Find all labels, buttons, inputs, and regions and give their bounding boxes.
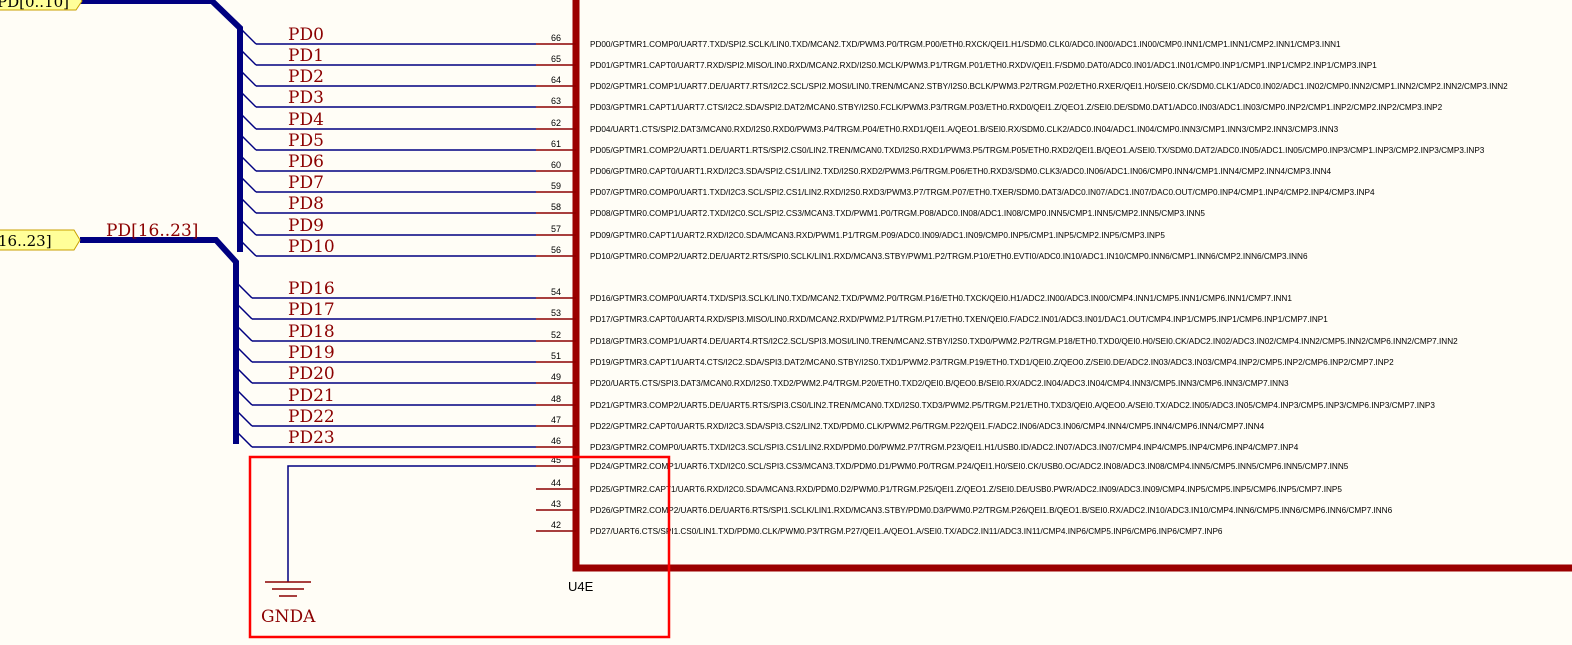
net-label: PD18 [288,322,335,342]
pin-function: PD01/GPTMR1.CAPT0/UART7.RXD/SPI2.MISO/LI… [590,61,1377,70]
pin-function: PD05/GPTMR1.COMP2/UART1.DE/UART1.RTS/SPI… [590,146,1485,155]
pin-function: PD04/UART1.CTS/SPI2.DAT3/MCAN0.RXD/I2S0.… [590,125,1339,134]
pin-function: PD08/GPTMR0.COMP1/UART2.TXD/I2C0.SCL/SPI… [590,209,1205,218]
pin-number: 65 [551,54,561,64]
pin-number: 42 [551,520,561,530]
port-label: 16..23] [0,232,52,250]
net-label: PD3 [288,88,324,108]
pin-number: 58 [551,202,561,212]
pin-function: PD26/GPTMR2.COMP2/UART6.DE/UART6.RTS/SPI… [590,506,1393,515]
net-label: PD21 [288,386,335,406]
pin-number: 57 [551,224,561,234]
pin-function: PD09/GPTMR0.CAPT1/UART2.RXD/I2C0.SDA/MCA… [590,231,1165,240]
pin-number: 59 [551,181,561,191]
pin-number: 46 [551,436,561,446]
pin-number: 60 [551,160,561,170]
pin-function: PD00/GPTMR1.COMP0/UART7.TXD/SPI2.SCLK/LI… [590,40,1341,49]
pin-function: PD23/GPTMR2.COMP0/UART5.TXD/I2C3.SCL/SPI… [590,443,1299,452]
pin-number: 49 [551,372,561,382]
port-pd16-23[interactable]: 16..23] [0,229,81,251]
net-label: PD22 [288,407,335,427]
pin-number: 52 [551,330,561,340]
pin-function: PD19/GPTMR3.CAPT1/UART4.CTS/I2C2.SDA/SPI… [590,358,1394,367]
net-label: PD9 [288,216,324,236]
pin-function: PD16/GPTMR3.COMP0/UART4.TXD/SPI3.SCLK/LI… [590,294,1292,303]
component-ref: U4E [568,579,594,594]
net-label: PD10 [288,237,335,257]
pin-number: 64 [551,75,561,85]
pin-number: 54 [551,287,561,297]
net-label: PD2 [288,67,324,87]
pin-function: PD17/GPTMR3.CAPT0/UART4.RXD/SPI3.MISO/LI… [590,315,1328,324]
pin-number: 66 [551,33,561,43]
ground-label: GNDA [261,607,316,627]
net-label: PD23 [288,428,335,448]
net-label: PD16 [288,279,335,299]
pin-number: 51 [551,351,561,361]
pin-function: PD20/UART5.CTS/SPI3.DAT3/MCAN0.RXD/I2S0.… [590,379,1289,388]
net-label: PD8 [288,194,324,214]
pin-function: PD22/GPTMR2.CAPT0/UART5.RXD/I2C3.SDA/SPI… [590,422,1265,431]
pin-function: PD02/GPTMR1.COMP1/UART7.DE/UART7.RTS/I2C… [590,82,1508,91]
net-label: PD20 [288,364,335,384]
pin-function: PD06/GPTMR0.CAPT0/UART1.RXD/I2C3.SDA/SPI… [590,167,1331,176]
net-label: PD1 [288,46,324,66]
net-label: PD4 [288,110,324,130]
port-pd0-10[interactable]: PD[0..10] [0,0,83,11]
pin-number: 61 [551,139,561,149]
net-label: PD19 [288,343,335,363]
schematic-canvas: PD[0..10] 16..23] PD[16..23] 66 PD00/GPTM… [0,0,1572,645]
pin-function: PD27/UART6.CTS/SPI1.CS0/LIN1.TXD/PDM0.CL… [590,527,1223,536]
net-label: PD7 [288,173,324,193]
pin-number: 48 [551,394,561,404]
net-label: PD5 [288,131,324,151]
pin-number: 44 [551,478,561,488]
net-label: PD0 [288,25,324,45]
pin-number: 56 [551,245,561,255]
pin-number: 53 [551,308,561,318]
pin-number: 47 [551,415,561,425]
pin-function: PD21/GPTMR3.COMP2/UART5.DE/UART5.RTS/SPI… [590,401,1435,410]
pin-function: PD18/GPTMR3.COMP1/UART4.DE/UART4.RTS/I2C… [590,337,1458,346]
port-label: PD[0..10] [0,0,69,11]
pin-function: PD24/GPTMR2.COMP1/UART6.TXD/I2C0.SCL/SPI… [590,462,1349,471]
pin-number: 63 [551,96,561,106]
bus-label: PD[16..23] [106,221,198,241]
pin-number: 62 [551,118,561,128]
net-label: PD17 [288,300,335,320]
pin-function: PD10/GPTMR0.COMP2/UART2.DE/UART2.RTS/SPI… [590,252,1308,261]
pin-function: PD03/GPTMR1.CAPT1/UART7.CTS/I2C2.SDA/SPI… [590,103,1443,112]
net-label: PD6 [288,152,324,172]
pin-number: 43 [551,499,561,509]
pin-function: PD25/GPTMR2.CAPT1/UART6.RXD/I2C0.SDA/MCA… [590,485,1342,494]
pin-function: PD07/GPTMR0.COMP0/UART1.TXD/I2C3.SCL/SPI… [590,188,1375,197]
